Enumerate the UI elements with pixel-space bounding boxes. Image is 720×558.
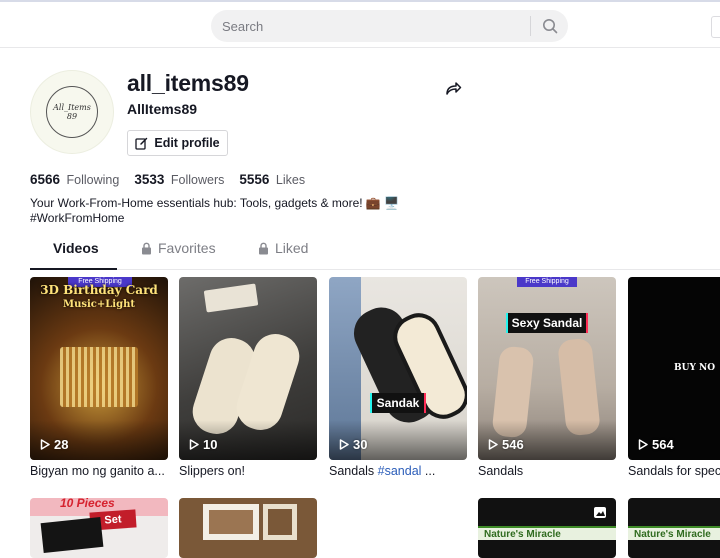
lock-icon xyxy=(259,242,268,255)
edit-icon xyxy=(135,137,148,150)
edit-profile-label: Edit profile xyxy=(154,136,220,150)
video-views: 564 xyxy=(638,437,674,452)
video-caption[interactable]: Slippers on! xyxy=(179,464,317,478)
video-views-count: 546 xyxy=(502,437,524,452)
video-overlay-title: Nature's Miracle xyxy=(628,526,720,540)
video-card[interactable]: Nature's Miracle xyxy=(478,498,616,558)
video-card[interactable]: Sandak 30 xyxy=(329,277,467,460)
video-card[interactable] xyxy=(329,498,467,558)
stat-likes-label: Likes xyxy=(275,173,306,187)
bio-hashtag[interactable]: #WorkFromHome xyxy=(30,211,399,226)
profile-tabs: Videos Favorites Liked xyxy=(30,240,720,270)
stat-followers-label: Followers xyxy=(170,173,225,187)
video-views: 546 xyxy=(488,437,524,452)
video-card[interactable]: 10 Pieces Set xyxy=(30,498,168,558)
video-views: 10 xyxy=(189,437,217,452)
free-shipping-badge: Free Shipping xyxy=(517,277,577,287)
video-views: 30 xyxy=(339,437,367,452)
video-overlay-subtitle: Music+Light xyxy=(63,299,135,310)
video-card[interactable]: BUY NO 564 xyxy=(628,277,720,460)
share-icon[interactable] xyxy=(444,79,462,97)
video-views-count: 30 xyxy=(353,437,368,452)
stat-followers-value: 3533 xyxy=(134,172,165,187)
caption-hashtag[interactable]: #sandal xyxy=(378,464,422,478)
profile-stats: 6566 Following 3533 Followers 5556 Likes xyxy=(30,172,320,187)
play-icon xyxy=(638,439,648,450)
profile-nickname: AllItems89 xyxy=(127,101,198,117)
video-overlay-title: 3D Birthday Card xyxy=(40,283,158,297)
tab-liked-label: Liked xyxy=(275,240,309,256)
video-card[interactable] xyxy=(179,498,317,558)
video-caption[interactable]: Sandals xyxy=(478,464,616,478)
search-input[interactable] xyxy=(211,10,530,42)
video-thumbnail-art xyxy=(60,347,138,407)
play-icon xyxy=(189,439,199,450)
stat-followers[interactable]: 3533 Followers xyxy=(134,172,224,187)
video-views-count: 28 xyxy=(54,437,69,452)
edit-profile-button[interactable]: Edit profile xyxy=(127,130,228,156)
video-thumbnail-art xyxy=(203,504,259,540)
tab-liked[interactable]: Liked xyxy=(258,240,308,270)
avatar[interactable]: All_Items 89 xyxy=(30,70,114,154)
stat-following-label: Following xyxy=(66,173,120,187)
stat-likes-value: 5556 xyxy=(239,172,270,187)
tab-videos-label: Videos xyxy=(53,240,99,256)
video-caption[interactable]: Sandals for speci xyxy=(628,464,720,478)
stat-likes: 5556 Likes xyxy=(239,172,305,187)
profile-username: all_items89 xyxy=(127,70,249,96)
avatar-logo: All_Items 89 xyxy=(46,86,98,138)
tab-favorites-label: Favorites xyxy=(158,240,216,256)
video-views-count: 10 xyxy=(203,437,218,452)
video-overlay-label: BUY NO xyxy=(674,363,716,373)
play-icon xyxy=(40,439,50,450)
tab-videos[interactable]: Videos xyxy=(53,240,99,270)
video-views-count: 564 xyxy=(652,437,674,452)
video-thumbnail-art xyxy=(263,504,297,540)
video-views: 28 xyxy=(40,437,68,452)
play-icon xyxy=(339,439,349,450)
video-card[interactable]: 10 xyxy=(179,277,317,460)
avatar-logo-number: 89 xyxy=(66,112,78,121)
video-card[interactable]: Free Shipping Sexy Sandal 546 xyxy=(478,277,616,460)
bio-line: Your Work-From-Home essentials hub: Tool… xyxy=(30,196,400,210)
stat-following-value: 6566 xyxy=(30,172,61,187)
stat-following[interactable]: 6566 Following xyxy=(30,172,119,187)
search-icon xyxy=(542,19,557,34)
video-overlay-label: Sexy Sandal xyxy=(508,313,586,333)
video-caption[interactable]: Bigyan mo ng ganito a... xyxy=(30,464,168,478)
search-button[interactable] xyxy=(531,10,568,42)
lock-icon xyxy=(142,242,151,255)
profile-bio: Your Work-From-Home essentials hub: Tool… xyxy=(30,196,399,226)
photo-icon xyxy=(594,507,606,518)
caption-ellipsis: ... xyxy=(421,464,436,478)
video-overlay-title: Nature's Miracle xyxy=(478,526,616,540)
video-thumbnail-art xyxy=(40,516,104,554)
header-action-button[interactable] xyxy=(711,16,720,38)
play-icon xyxy=(488,439,498,450)
avatar-logo-text: All_Items xyxy=(53,103,91,112)
video-caption[interactable]: Sandals #sandal ... xyxy=(329,464,467,478)
video-overlay-label: Sandak xyxy=(372,393,424,413)
video-card[interactable]: Free Shipping 3D Birthday Card Music+Lig… xyxy=(30,277,168,460)
caption-text: Sandals xyxy=(329,464,378,478)
video-overlay-title: 10 Pieces xyxy=(60,498,115,510)
top-header xyxy=(0,2,720,48)
tab-favorites[interactable]: Favorites xyxy=(141,240,216,270)
search-bar xyxy=(211,10,568,42)
video-card[interactable]: Nature's Miracle xyxy=(628,498,720,558)
tab-active-indicator xyxy=(30,268,117,270)
video-thumbnail-box xyxy=(203,283,259,313)
